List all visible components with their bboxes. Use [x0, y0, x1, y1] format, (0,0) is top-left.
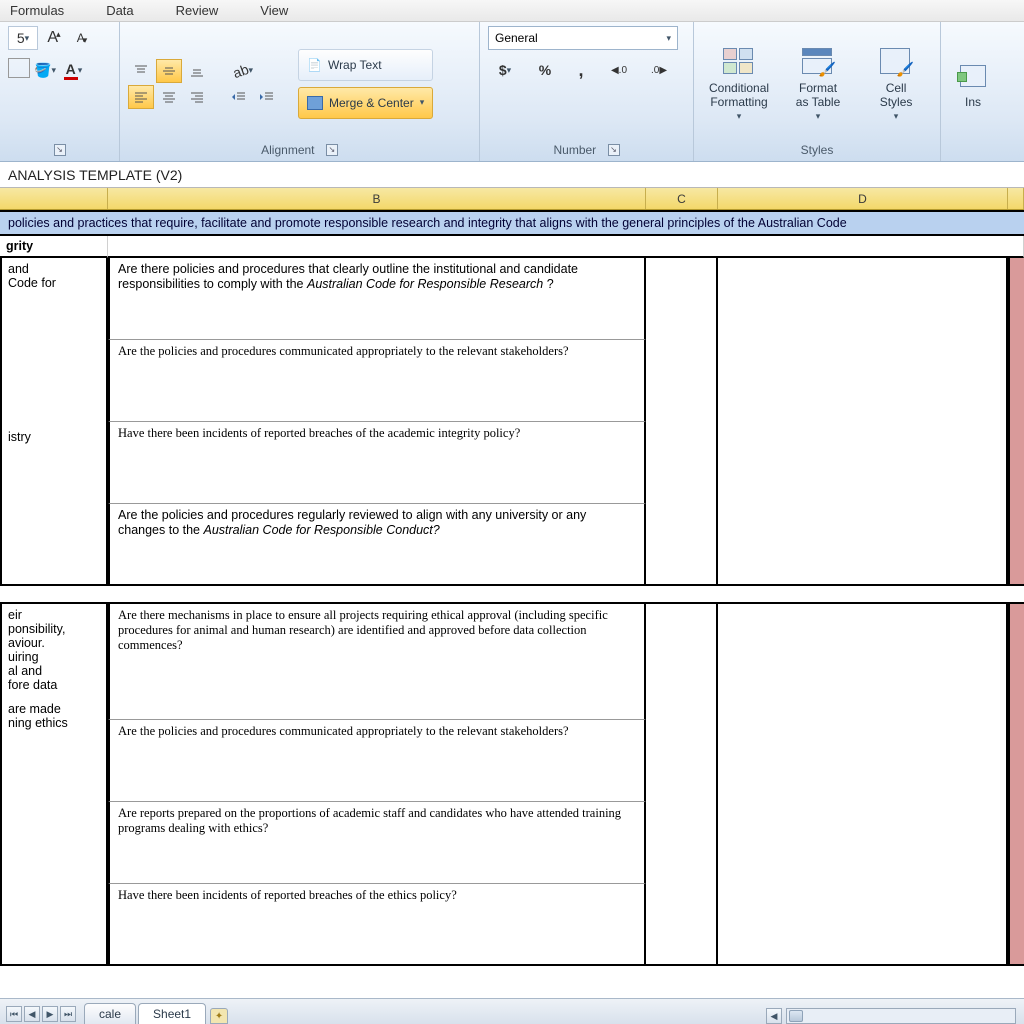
decrease-font-button[interactable]: A▾ — [68, 26, 94, 50]
align-left-button[interactable] — [128, 85, 154, 109]
alignment-dialog-launcher[interactable]: ↘ — [326, 144, 338, 156]
alignment-group-label: Alignment — [261, 143, 314, 157]
block1-q1[interactable]: Are there policies and procedures that c… — [108, 258, 646, 340]
col-header-c[interactable]: C — [646, 188, 718, 209]
merge-icon — [307, 96, 323, 110]
banner-row[interactable]: policies and practices that require, fac… — [0, 210, 1024, 236]
menu-view[interactable]: View — [254, 1, 294, 20]
decrease-decimal-button[interactable]: .0▶ — [644, 58, 674, 82]
decrease-indent-button[interactable] — [226, 85, 252, 109]
group-font: 5 ▾ A▴ A▾ 🪣▾ A▾ ↘ — [0, 22, 120, 161]
align-center-button[interactable] — [156, 85, 182, 109]
block2-colA[interactable]: eir ponsibility, aviour. uiring al and f… — [0, 604, 108, 966]
number-format-select[interactable]: General▾ — [488, 26, 678, 50]
col-header-a[interactable] — [0, 188, 108, 209]
col-header-d[interactable]: D — [718, 188, 1008, 209]
wrap-text-button[interactable]: 📄 Wrap Text — [298, 49, 433, 81]
section-header-row[interactable]: grity — [0, 236, 1024, 258]
block2-colC[interactable] — [646, 604, 718, 966]
block2-q3[interactable]: Are reports prepared on the proportions … — [108, 802, 646, 884]
wrap-text-icon: 📄 — [307, 58, 322, 72]
conditional-formatting-icon — [723, 48, 755, 76]
block1-colA[interactable]: and Code for istry — [0, 258, 108, 586]
increase-decimal-button[interactable]: ◀.0 — [604, 58, 634, 82]
align-right-button[interactable] — [184, 85, 210, 109]
block2-colD[interactable] — [718, 604, 1008, 966]
styles-group-label: Styles — [801, 143, 834, 157]
increase-indent-button[interactable] — [254, 85, 280, 109]
tab-prev-button[interactable]: ◀ — [24, 1006, 40, 1022]
cell-styles-icon: 🖌️ — [880, 48, 912, 76]
align-middle-button[interactable] — [156, 59, 182, 83]
block1-q4[interactable]: Are the policies and procedures regularl… — [108, 504, 646, 586]
column-headers: B C D — [0, 188, 1024, 210]
hscroll-track[interactable] — [786, 1008, 1016, 1024]
section-header: grity — [0, 236, 108, 258]
percent-button[interactable]: % — [532, 58, 558, 82]
orientation-button[interactable]: ab▾ — [226, 59, 260, 83]
bucket-icon: 🪣 — [34, 62, 51, 79]
col-header-b[interactable]: B — [108, 188, 646, 209]
sheet-tab-cale[interactable]: cale — [84, 1003, 136, 1024]
merge-center-button[interactable]: Merge & Center ▾ — [298, 87, 433, 119]
conditional-formatting-button[interactable]: Conditional Formatting▾ — [702, 40, 776, 127]
hscroll-left-button[interactable]: ◀ — [766, 1008, 782, 1024]
ribbon: 5 ▾ A▴ A▾ 🪣▾ A▾ ↘ — [0, 22, 1024, 162]
format-as-table-icon: 🖌️ — [802, 48, 834, 76]
font-color-button[interactable]: A▾ — [60, 58, 86, 82]
tab-next-button[interactable]: ▶ — [42, 1006, 58, 1022]
tab-first-button[interactable]: ⏮ — [6, 1006, 22, 1022]
currency-button[interactable]: $ ▾ — [488, 58, 522, 82]
block1: and Code for istry Are there policies an… — [0, 258, 1024, 586]
align-bottom-button[interactable] — [184, 59, 210, 83]
format-as-table-button[interactable]: 🖌️ Format as Table▾ — [782, 40, 854, 127]
block1-colC[interactable] — [646, 258, 718, 586]
formula-bar[interactable]: ANALYSIS TEMPLATE (V2) — [0, 162, 1024, 188]
number-dialog-launcher[interactable]: ↘ — [608, 144, 620, 156]
group-styles: Conditional Formatting▾ 🖌️ Format as Tab… — [694, 22, 941, 161]
font-dialog-launcher[interactable]: ↘ — [54, 144, 66, 156]
new-sheet-button[interactable]: ✦ — [210, 1008, 228, 1024]
menu-review[interactable]: Review — [170, 1, 225, 20]
number-group-label: Number — [553, 143, 596, 157]
block2-colE[interactable] — [1008, 604, 1024, 966]
menu-data[interactable]: Data — [100, 1, 139, 20]
sheet-tab-sheet1[interactable]: Sheet1 — [138, 1003, 206, 1024]
block1-q3[interactable]: Have there been incidents of reported br… — [108, 422, 646, 504]
block2-q1[interactable]: Are there mechanisms in place to ensure … — [108, 604, 646, 720]
block2: eir ponsibility, aviour. uiring al and f… — [0, 604, 1024, 966]
block1-colE[interactable] — [1008, 258, 1024, 586]
sheet-tabs: ⏮ ◀ ▶ ⏭ cale Sheet1 ✦ ◀ — [0, 998, 1024, 1024]
font-size-dropdown[interactable]: 5 ▾ — [8, 26, 38, 50]
menu-formulas[interactable]: Formulas — [4, 1, 70, 20]
comma-button[interactable]: , — [568, 58, 594, 82]
block2-q2[interactable]: Are the policies and procedures communic… — [108, 720, 646, 802]
block2-q4[interactable]: Have there been incidents of reported br… — [108, 884, 646, 966]
group-number: General▾ $ ▾ % , ◀.0 .0▶ Number ↘ — [480, 22, 694, 161]
cell-styles-button[interactable]: 🖌️ Cell Styles▾ — [860, 40, 932, 127]
border-button[interactable] — [8, 58, 30, 78]
tab-last-button[interactable]: ⏭ — [60, 1006, 76, 1022]
align-top-button[interactable] — [128, 59, 154, 83]
menubar: Formulas Data Review View — [0, 0, 1024, 22]
insert-button[interactable]: Ins — [949, 54, 997, 114]
group-alignment: ab▾ 📄 Wrap Text Merge & Center ▾ — [120, 22, 480, 161]
increase-font-button[interactable]: A▴ — [40, 26, 66, 50]
block1-q2[interactable]: Are the policies and procedures communic… — [108, 340, 646, 422]
insert-icon — [956, 59, 990, 93]
block1-colD[interactable] — [718, 258, 1008, 586]
group-cells: Ins — [941, 22, 1005, 161]
hscroll-thumb[interactable] — [789, 1010, 803, 1022]
formula-text: ANALYSIS TEMPLATE (V2) — [0, 167, 182, 183]
fill-color-button[interactable]: 🪣▾ — [32, 58, 58, 82]
col-header-e[interactable] — [1008, 188, 1024, 209]
section-gap — [0, 586, 1024, 604]
